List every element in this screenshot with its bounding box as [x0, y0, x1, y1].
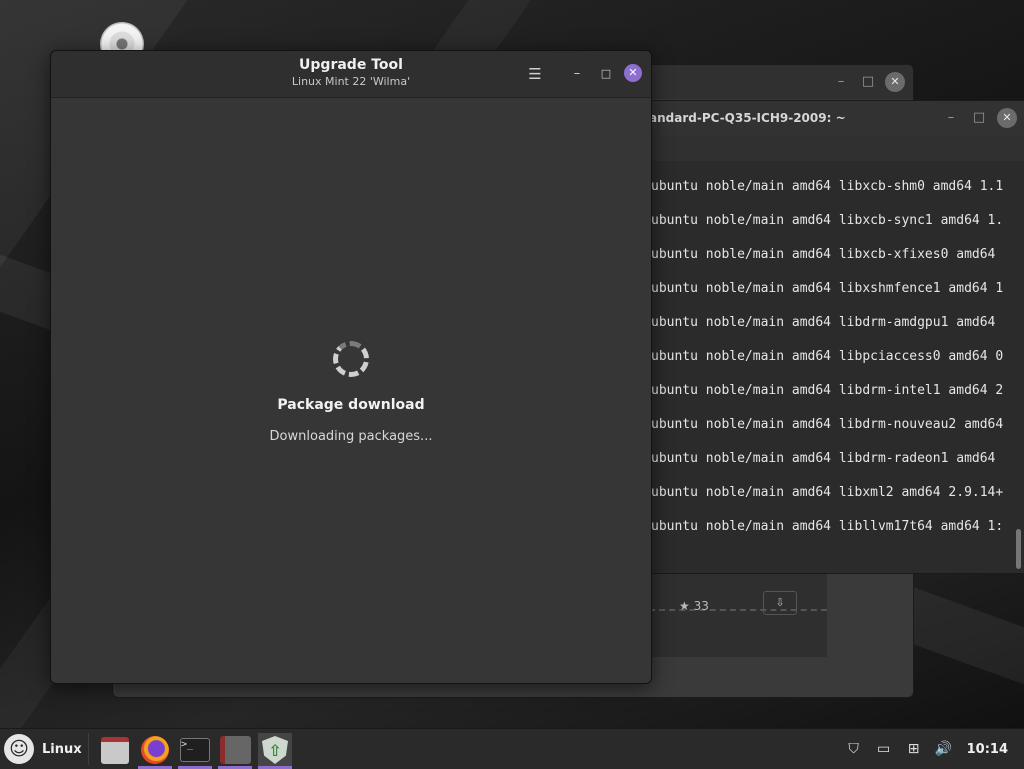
- terminal-line: ubuntu noble/main amd64 libdrm-nouveau2 …: [651, 417, 1004, 432]
- clock[interactable]: 10:14: [967, 742, 1008, 757]
- window-subtitle: Linux Mint 22 'Wilma': [291, 75, 411, 88]
- status-text: Downloading packages...: [269, 429, 433, 444]
- volume-icon[interactable]: 🔊: [935, 740, 953, 758]
- terminal-line: ubuntu noble/main amd64 libpciaccess0 am…: [651, 349, 1004, 364]
- terminal-minimize-button[interactable]: –: [941, 108, 961, 128]
- terminal-line: ubuntu noble/main amd64 libdrm-amdgpu1 a…: [651, 315, 996, 330]
- bg-maximize-button[interactable]: □: [858, 72, 878, 92]
- terminal-title: andard-PC-Q35-ICH9-2009: ~: [649, 111, 846, 125]
- terminal-maximize-button[interactable]: □: [969, 108, 989, 128]
- terminal-icon: >_: [180, 738, 210, 762]
- display-icon[interactable]: ▭: [875, 740, 893, 758]
- terminal-line: ubuntu noble/main amd64 libxcb-shm0 amd6…: [651, 179, 1004, 194]
- status-title: Package download: [277, 397, 425, 413]
- firefox-launcher[interactable]: [138, 733, 172, 769]
- terminal-line: ubuntu noble/main amd64 libllvm17t64 amd…: [651, 519, 1004, 534]
- menu-label: Linux: [42, 741, 82, 757]
- hamburger-menu-button[interactable]: ☰: [525, 64, 545, 84]
- terminal-line: ubuntu noble/main amd64 libdrm-intel1 am…: [651, 383, 1004, 398]
- terminal-output[interactable]: ubuntu noble/main amd64 libxcb-shm0 amd6…: [651, 179, 1003, 553]
- bg-close-button[interactable]: ✕: [885, 72, 905, 92]
- bg-window-content: ★ 33 ⇩: [649, 573, 827, 657]
- upgrade-tool-window[interactable]: Upgrade Tool Linux Mint 22 'Wilma' ☰ – □…: [50, 50, 652, 684]
- terminal-titlebar[interactable]: andard-PC-Q35-ICH9-2009: ~ – □ ✕: [629, 101, 1024, 135]
- terminal-line: ubuntu noble/main amd64 libxcb-sync1 amd…: [651, 213, 1004, 228]
- loading-spinner-icon: [333, 341, 369, 377]
- system-tray: ⛉ ▭ ⊞ 🔊 10:14: [845, 733, 1008, 765]
- start-menu-button[interactable]: ☺ Linux: [4, 734, 82, 764]
- terminal-line: ubuntu noble/main amd64 libxcb-xfixes0 a…: [651, 247, 996, 262]
- terminal-menubar: [629, 135, 1024, 161]
- files-launcher[interactable]: [98, 733, 132, 767]
- terminal-close-button[interactable]: ✕: [997, 108, 1017, 128]
- minimize-button[interactable]: –: [567, 64, 587, 84]
- bg-minimize-button[interactable]: –: [831, 72, 851, 92]
- app-launcher[interactable]: [218, 733, 252, 769]
- upgrade-tool-launcher[interactable]: ⇧: [258, 733, 292, 769]
- terminal-window[interactable]: andard-PC-Q35-ICH9-2009: ~ – □ ✕ ubuntu …: [628, 100, 1024, 574]
- app-icon: [219, 736, 251, 764]
- window-title: Upgrade Tool: [299, 57, 403, 73]
- download-button[interactable]: ⇩: [763, 591, 797, 615]
- mint-logo-icon: ☺: [4, 734, 34, 764]
- shield-icon: ⇧: [262, 736, 288, 764]
- taskbar: ☺ Linux >_ ⇧ ⛉ ▭ ⊞ 🔊 10:14: [0, 728, 1024, 769]
- terminal-launcher[interactable]: >_: [178, 733, 212, 769]
- terminal-scrollbar[interactable]: [1016, 529, 1021, 569]
- taskbar-separator: [88, 733, 89, 765]
- rating-label: ★ 33: [679, 599, 709, 613]
- upgrade-tool-titlebar[interactable]: Upgrade Tool Linux Mint 22 'Wilma' ☰ – □…: [51, 51, 651, 98]
- network-icon[interactable]: ⊞: [905, 740, 923, 758]
- maximize-button[interactable]: □: [596, 64, 616, 84]
- close-button[interactable]: ✕: [624, 64, 642, 82]
- shield-tray-icon[interactable]: ⛉: [845, 740, 863, 758]
- terminal-line: ubuntu noble/main amd64 libdrm-radeon1 a…: [651, 451, 996, 466]
- firefox-icon: [141, 736, 169, 764]
- terminal-line: ubuntu noble/main amd64 libxml2 amd64 2.…: [651, 485, 1004, 500]
- folder-icon: [101, 736, 129, 764]
- terminal-line: ubuntu noble/main amd64 libxshmfence1 am…: [651, 281, 1004, 296]
- divider: [649, 609, 827, 611]
